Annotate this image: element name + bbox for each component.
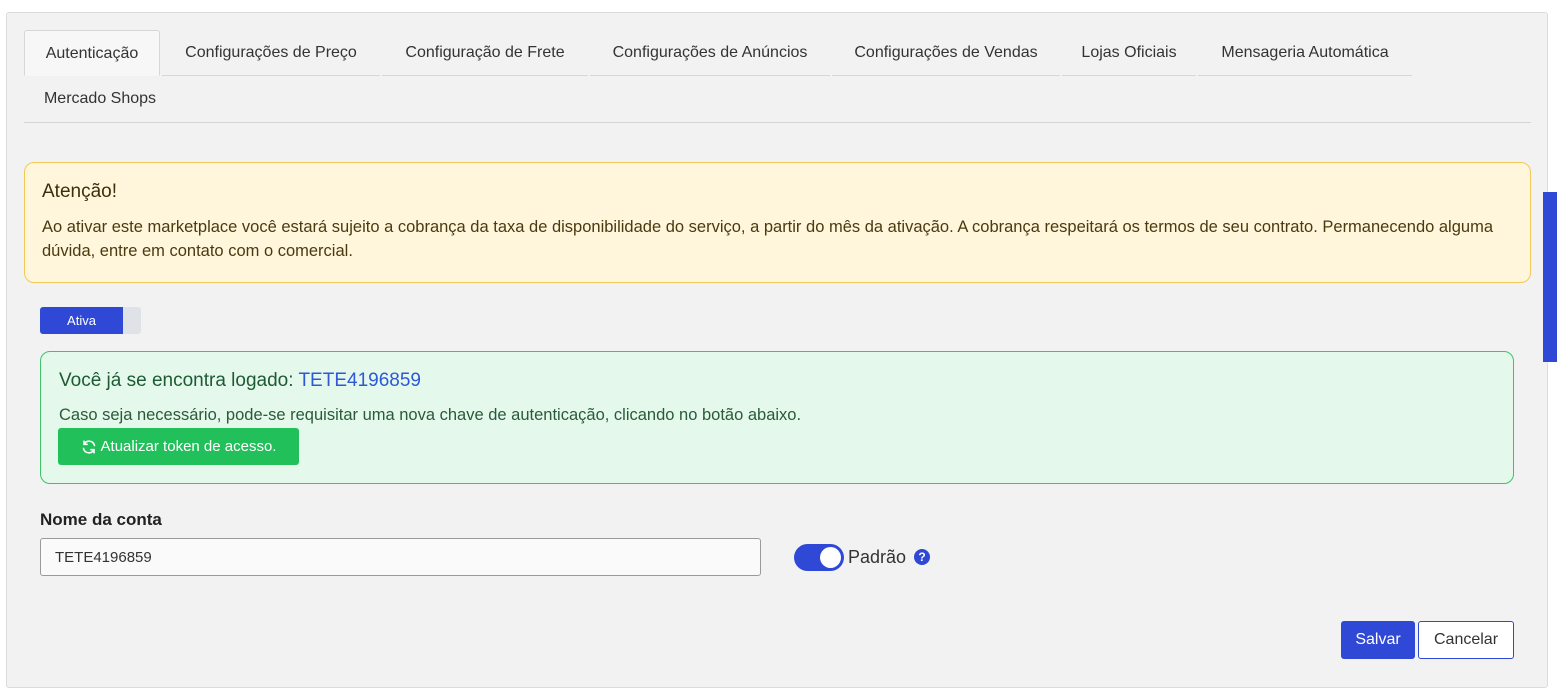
active-status-toggle[interactable]: Ativa: [40, 307, 141, 334]
refresh-token-button[interactable]: Atualizar token de acesso.: [58, 428, 299, 465]
tab-configuracoes-anuncios[interactable]: Configurações de Anúncios: [590, 30, 830, 76]
cancel-button[interactable]: Cancelar: [1418, 621, 1514, 659]
help-icon[interactable]: ?: [914, 549, 930, 565]
warning-title: Atenção!: [42, 181, 117, 202]
default-switch-label: Padrão: [848, 547, 907, 567]
account-name-input[interactable]: [40, 538, 761, 576]
account-name-label: Nome da conta: [40, 510, 162, 529]
refresh-icon: [82, 439, 95, 454]
warning-message: Ao ativar este marketplace você estará s…: [42, 218, 1493, 260]
tab-autenticacao[interactable]: Autenticação: [24, 30, 160, 76]
login-title-prefix: Você já se encontra logado:: [59, 370, 294, 391]
login-message: Caso seja necessário, pode-se requisitar…: [59, 406, 802, 424]
tab-bar: Autenticação Configurações de Preço Conf…: [24, 30, 1531, 123]
login-success-alert: Você já se encontra logado: TETE4196859 …: [40, 351, 1514, 484]
tab-mensageria-automatica[interactable]: Mensageria Automática: [1198, 30, 1412, 76]
tab-lojas-oficiais[interactable]: Lojas Oficiais: [1062, 30, 1196, 76]
tab-configuracao-frete[interactable]: Configuração de Frete: [382, 30, 588, 76]
tab-configuracoes-vendas[interactable]: Configurações de Vendas: [832, 30, 1060, 76]
tab-mercado-shops[interactable]: Mercado Shops: [24, 76, 176, 122]
side-scroll-accent[interactable]: [1543, 192, 1557, 362]
logged-account-name: TETE4196859: [298, 370, 421, 391]
switch-knob: [820, 547, 841, 568]
warning-alert: Atenção! Ao ativar este marketplace você…: [24, 162, 1531, 283]
refresh-token-label: Atualizar token de acesso.: [100, 438, 277, 455]
login-title: Você já se encontra logado: TETE4196859: [59, 370, 1495, 392]
tab-configuracoes-preco[interactable]: Configurações de Preço: [162, 30, 380, 76]
default-switch[interactable]: [794, 544, 844, 571]
save-button[interactable]: Salvar: [1341, 621, 1415, 659]
active-status-label: Ativa: [40, 307, 123, 334]
